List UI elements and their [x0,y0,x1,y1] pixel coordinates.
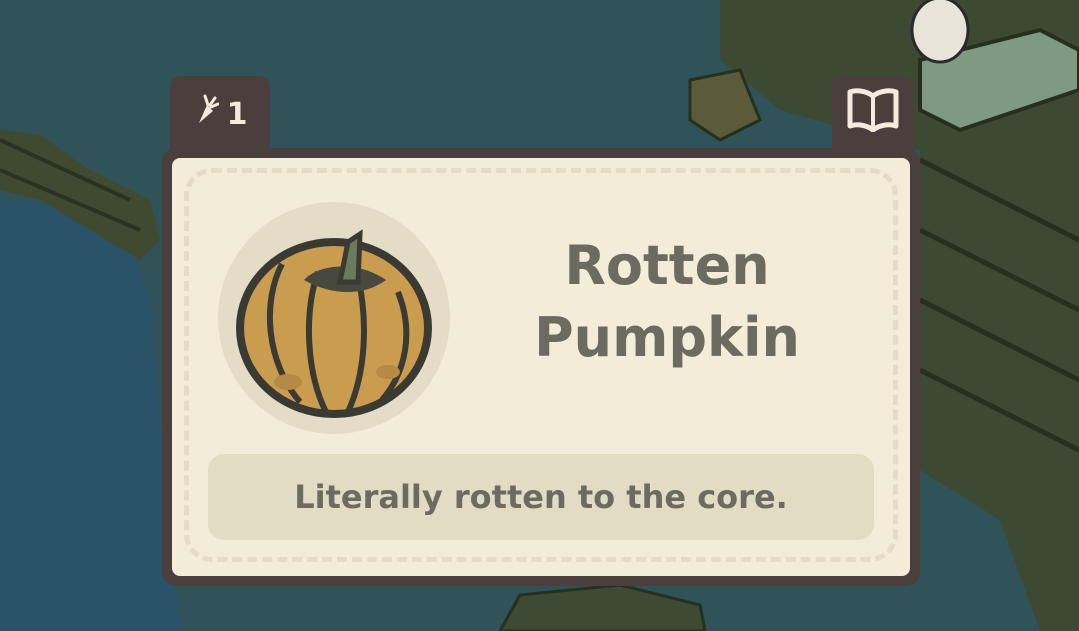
item-card-body: Rotten Pumpkin Literally rotten to the c… [172,158,910,576]
item-description: Literally rotten to the core. [294,478,788,516]
item-card: Rotten Pumpkin Literally rotten to the c… [162,148,920,586]
open-book-icon [847,88,899,140]
item-name: Rotten Pumpkin [482,230,852,374]
item-name-line-2: Pumpkin [534,306,800,369]
carrot-icon [193,93,220,135]
item-description-box: Literally rotten to the core. [208,454,874,540]
item-name-line-1: Rotten [564,234,770,297]
rotten-pumpkin-icon [218,202,450,434]
item-count: 1 [226,96,248,132]
